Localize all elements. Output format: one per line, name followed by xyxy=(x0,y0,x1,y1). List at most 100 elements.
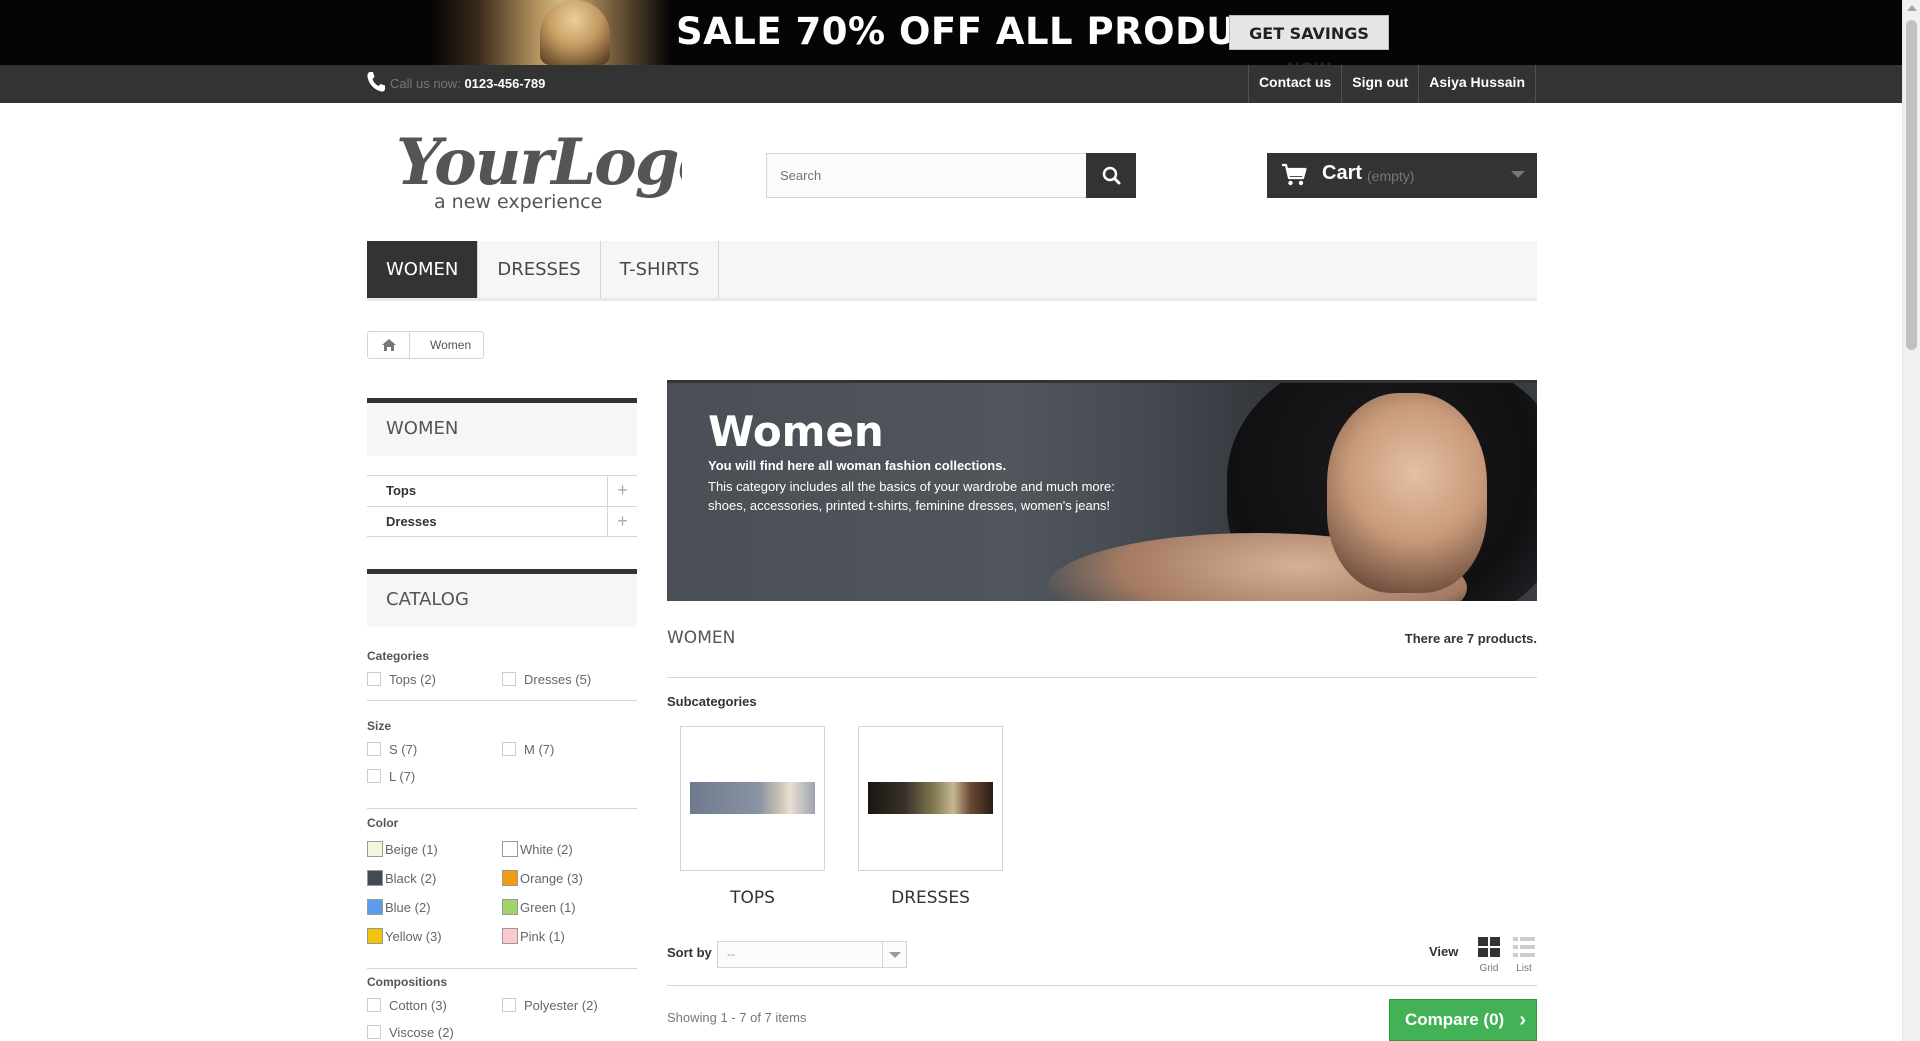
account-link[interactable]: Asiya Hussain xyxy=(1418,65,1536,103)
view-grid-button[interactable]: Grid xyxy=(1476,937,1502,974)
color-swatch[interactable] xyxy=(367,870,383,886)
store-logo[interactable]: YourLogo a new experience xyxy=(392,122,682,214)
subcategory-tops-label[interactable]: TOPS xyxy=(680,888,825,908)
color-swatch[interactable] xyxy=(502,928,518,944)
filter-color-item[interactable]: Orange (3) xyxy=(502,870,583,888)
filter-label: Black (2) xyxy=(385,871,437,886)
filter-color-item[interactable]: White (2) xyxy=(502,841,573,859)
filter-label: Yellow (3) xyxy=(385,929,442,944)
category-tree: Tops + Dresses + xyxy=(367,475,637,537)
filter-label: Green (1) xyxy=(520,900,576,915)
category-item-label: Tops xyxy=(386,483,417,498)
search-box xyxy=(766,153,1136,198)
menu-item-dresses[interactable]: DRESSES xyxy=(478,241,601,298)
view-list-label: List xyxy=(1516,963,1532,974)
filter-size-l[interactable]: L (7) xyxy=(367,769,415,787)
breadcrumb: Women xyxy=(367,331,485,359)
chevron-right-icon: › xyxy=(1519,1009,1526,1031)
dresses-image xyxy=(868,782,993,814)
sign-out-link[interactable]: Sign out xyxy=(1341,65,1418,103)
banner-title: Women xyxy=(708,407,884,456)
list-icon xyxy=(1513,937,1535,957)
color-swatch[interactable] xyxy=(367,841,383,857)
color-swatch[interactable] xyxy=(367,928,383,944)
scrollbar-thumb[interactable] xyxy=(1906,20,1917,350)
sort-by-select[interactable]: -- xyxy=(717,941,907,968)
view-grid-label: Grid xyxy=(1479,963,1499,974)
heading-divider xyxy=(667,677,1537,678)
filter-size-s[interactable]: S (7) xyxy=(367,742,417,760)
filter-color-item[interactable]: Pink (1) xyxy=(502,928,565,946)
category-item-tops[interactable]: Tops + xyxy=(367,475,637,506)
filter-label: Pink (1) xyxy=(520,929,565,944)
color-swatch[interactable] xyxy=(502,841,518,857)
checkbox[interactable] xyxy=(502,998,516,1012)
filter-composition-polyester[interactable]: Polyester (2) xyxy=(502,998,598,1016)
filter-label: S (7) xyxy=(389,742,418,757)
shopping-cart-icon xyxy=(1282,163,1307,186)
checkbox[interactable] xyxy=(367,672,381,686)
subcategory-dresses-label[interactable]: DRESSES xyxy=(858,888,1003,908)
color-swatch[interactable] xyxy=(502,870,518,886)
promo-model-face xyxy=(540,0,610,65)
filter-divider xyxy=(367,700,637,701)
filter-color-item[interactable]: Green (1) xyxy=(502,899,576,917)
chevron-down-icon xyxy=(1511,171,1525,178)
top-bar: Call us now: 0123-456-789 Contact us Sig… xyxy=(0,65,1902,103)
filter-divider xyxy=(367,808,637,809)
filter-category-dresses[interactable]: Dresses (5) xyxy=(502,672,591,690)
subcategory-tops-thumbnail[interactable] xyxy=(680,726,825,871)
search-input[interactable] xyxy=(767,154,1087,197)
get-savings-button[interactable]: GET SAVINGS NOW xyxy=(1229,15,1389,65)
category-block-title: WOMEN xyxy=(367,398,637,456)
checkbox[interactable] xyxy=(367,769,381,783)
search-button[interactable] xyxy=(1086,153,1136,198)
product-count: There are 7 products. xyxy=(1404,631,1537,646)
subcategories-heading: Subcategories xyxy=(667,694,757,709)
category-banner: Women You will find here all woman fashi… xyxy=(667,380,1537,601)
filter-color-item[interactable]: Black (2) xyxy=(367,870,436,888)
color-swatch[interactable] xyxy=(367,899,383,915)
scroll-up-icon[interactable] xyxy=(1907,5,1917,11)
checkbox[interactable] xyxy=(367,1025,381,1039)
promo-banner[interactable]: SALE 70% OFF ALL PRODUCTS GET SAVINGS NO… xyxy=(0,0,1902,65)
filter-label: Cotton (3) xyxy=(389,998,447,1013)
filter-color-item[interactable]: Beige (1) xyxy=(367,841,438,859)
banner-intro: You will find here all woman fashion col… xyxy=(708,458,1007,473)
menu-item-women[interactable]: WOMEN xyxy=(367,241,479,298)
breadcrumb-home[interactable] xyxy=(368,332,410,358)
plus-icon[interactable]: + xyxy=(607,507,637,537)
checkbox[interactable] xyxy=(502,742,516,756)
logo-wordmark: YourLogo xyxy=(396,125,682,200)
category-heading: WOMEN xyxy=(667,628,736,648)
filter-size-m[interactable]: M (7) xyxy=(502,742,554,760)
checkbox[interactable] xyxy=(502,672,516,686)
filter-composition-viscose[interactable]: Viscose (2) xyxy=(367,1025,454,1041)
banner-description: This category includes all the basics of… xyxy=(708,479,1115,513)
menu-item-tshirts[interactable]: T-SHIRTS xyxy=(601,241,720,298)
logo-tagline: a new experience xyxy=(434,191,602,213)
compare-button[interactable]: Compare (0) › xyxy=(1389,999,1537,1041)
contact-us-link[interactable]: Contact us xyxy=(1247,65,1341,103)
filter-category-tops[interactable]: Tops (2) xyxy=(367,672,436,690)
filter-color-item[interactable]: Blue (2) xyxy=(367,899,431,917)
subcategory-dresses-thumbnail[interactable] xyxy=(858,726,1003,871)
filter-composition-cotton[interactable]: Cotton (3) xyxy=(367,998,447,1016)
filter-label: Polyester (2) xyxy=(524,998,598,1013)
color-swatch[interactable] xyxy=(502,899,518,915)
page-scrollbar[interactable] xyxy=(1902,0,1920,1041)
category-item-dresses[interactable]: Dresses + xyxy=(367,506,637,537)
compare-label: Compare (0) xyxy=(1405,1010,1505,1029)
search-icon xyxy=(1102,166,1121,185)
filter-color-item[interactable]: Yellow (3) xyxy=(367,928,442,946)
cart-button[interactable]: Cart (empty) xyxy=(1267,153,1537,198)
checkbox[interactable] xyxy=(367,998,381,1012)
category-item-label: Dresses xyxy=(386,514,437,529)
call-us-label: Call us now: xyxy=(390,76,461,91)
plus-icon[interactable]: + xyxy=(607,476,637,506)
grid-icon xyxy=(1478,937,1500,957)
view-list-button[interactable]: List xyxy=(1511,937,1537,974)
checkbox[interactable] xyxy=(367,742,381,756)
catalog-block-title: CATALOG xyxy=(367,569,637,627)
call-us: Call us now: 0123-456-789 xyxy=(390,76,545,91)
